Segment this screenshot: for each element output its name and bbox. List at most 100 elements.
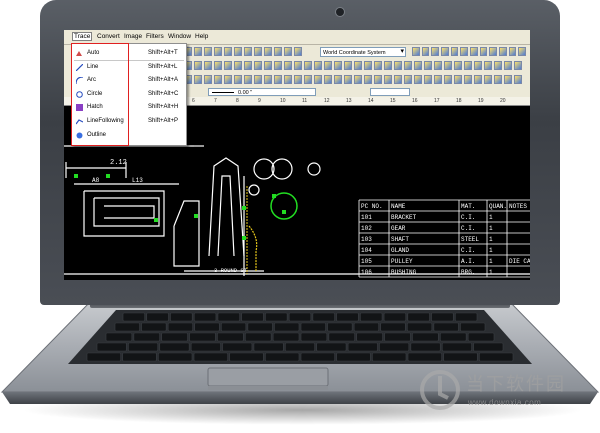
toolbar-button-icon[interactable] — [444, 61, 452, 70]
toolbar-button-icon[interactable] — [284, 61, 292, 70]
toolbar-button-icon[interactable] — [454, 61, 462, 70]
toolbar-button-icon[interactable] — [504, 61, 512, 70]
toolbar-button-icon[interactable] — [460, 47, 469, 56]
toolbar-button-icon[interactable] — [194, 75, 202, 84]
toolbar-button-icon[interactable] — [204, 61, 212, 70]
line-color-select[interactable] — [370, 88, 410, 96]
toolbar-button-icon[interactable] — [431, 47, 440, 56]
menu-filters[interactable]: Filters — [146, 33, 164, 40]
toolbar-button-icon[interactable] — [474, 61, 482, 70]
toolbar-button-icon[interactable] — [374, 61, 382, 70]
toolbar-button-icon[interactable] — [464, 75, 472, 84]
line-width-select[interactable]: 0.00 " — [208, 88, 316, 96]
menu-trace[interactable]: Trace — [72, 32, 93, 41]
toolbar-button-icon[interactable] — [234, 47, 242, 56]
toolbar-button-icon[interactable] — [224, 47, 232, 56]
toolbar-button-icon[interactable] — [494, 61, 502, 70]
toolbar-button-icon[interactable] — [354, 75, 362, 84]
toolbar-button-icon[interactable] — [274, 75, 282, 84]
toolbar-button-icon[interactable] — [344, 75, 352, 84]
toolbar-button-icon[interactable] — [484, 61, 492, 70]
toolbar-button-icon[interactable] — [470, 47, 478, 56]
toolbar-button-icon[interactable] — [364, 75, 372, 84]
toolbar-button-icon[interactable] — [404, 61, 412, 70]
toolbar-button-icon[interactable] — [354, 61, 362, 70]
toolbar-button-icon[interactable] — [294, 61, 302, 70]
toolbar-button-icon[interactable] — [424, 75, 432, 84]
toolbar-button-icon[interactable] — [454, 75, 462, 84]
toolbar-button-icon[interactable] — [450, 47, 459, 56]
toolbar-button-icon[interactable] — [324, 75, 332, 84]
toolbar-button-icon[interactable] — [414, 75, 422, 84]
toolbar-button-icon[interactable] — [274, 61, 282, 70]
toolbar-button-icon[interactable] — [518, 47, 527, 56]
toolbar-button-icon[interactable] — [224, 75, 232, 84]
toolbar-button-icon[interactable] — [304, 61, 312, 70]
toolbar-button-icon[interactable] — [364, 61, 372, 70]
toolbar-button-icon[interactable] — [394, 61, 402, 70]
toolbar-button-icon[interactable] — [254, 75, 262, 84]
toolbar-button-icon[interactable] — [489, 47, 498, 56]
toolbar-button-icon[interactable] — [264, 47, 272, 56]
toolbar-button-icon[interactable] — [412, 47, 420, 56]
menu-convert[interactable]: Convert — [97, 33, 120, 40]
toolbar-button-icon[interactable] — [424, 61, 432, 70]
toolbar-button-icon[interactable] — [334, 61, 342, 70]
toolbar-button-icon[interactable] — [344, 61, 352, 70]
coordinate-system-select[interactable]: World Coordinate System — [320, 47, 406, 57]
toolbar-button-icon[interactable] — [204, 47, 212, 56]
toolbar-button-icon[interactable] — [204, 75, 212, 84]
toolbar-button-icon[interactable] — [234, 75, 242, 84]
toolbar-button-icon[interactable] — [421, 47, 430, 56]
toolbar-button-icon[interactable] — [244, 47, 252, 56]
toolbar-button-icon[interactable] — [514, 61, 522, 70]
toolbar-button-icon[interactable] — [514, 75, 522, 84]
table-cell: 1 — [489, 236, 493, 243]
menu-image[interactable]: Image — [124, 33, 142, 40]
toolbar-button-icon[interactable] — [284, 47, 292, 56]
toolbar-button-icon[interactable] — [234, 61, 242, 70]
toolbar-button-icon[interactable] — [444, 75, 452, 84]
toolbar-button-icon[interactable] — [464, 61, 472, 70]
menu-help[interactable]: Help — [195, 33, 208, 40]
toolbar-button-icon[interactable] — [434, 61, 442, 70]
toolbar-button-icon[interactable] — [504, 75, 512, 84]
toolbar-button-icon[interactable] — [194, 47, 202, 56]
toolbar-button-icon[interactable] — [194, 61, 202, 70]
toolbar-button-icon[interactable] — [264, 75, 272, 84]
toolbar-button-icon[interactable] — [479, 47, 488, 56]
toolbar-button-icon[interactable] — [214, 75, 222, 84]
toolbar-button-icon[interactable] — [434, 75, 442, 84]
toolbar-button-icon[interactable] — [224, 61, 232, 70]
toolbar-button-icon[interactable] — [294, 47, 302, 56]
toolbar-button-icon[interactable] — [304, 75, 312, 84]
toolbar-button-icon[interactable] — [244, 61, 252, 70]
toolbar-button-icon[interactable] — [214, 61, 222, 70]
toolbar-button-icon[interactable] — [414, 61, 422, 70]
toolbar-button-icon[interactable] — [264, 61, 272, 70]
toolbar-button-icon[interactable] — [374, 75, 382, 84]
toolbar-button-icon[interactable] — [294, 75, 302, 84]
ruler-tick-label: 19 — [478, 98, 484, 104]
toolbar-button-icon[interactable] — [244, 75, 252, 84]
toolbar-button-icon[interactable] — [494, 75, 502, 84]
toolbar-button-icon[interactable] — [441, 47, 449, 56]
toolbar-button-icon[interactable] — [394, 75, 402, 84]
toolbar-button-icon[interactable] — [384, 61, 392, 70]
toolbar-button-icon[interactable] — [508, 47, 517, 56]
toolbar-button-icon[interactable] — [314, 75, 322, 84]
toolbar-button-icon[interactable] — [254, 47, 262, 56]
toolbar-button-icon[interactable] — [404, 75, 412, 84]
toolbar-button-icon[interactable] — [384, 75, 392, 84]
toolbar-button-icon[interactable] — [314, 61, 322, 70]
toolbar-button-icon[interactable] — [274, 47, 282, 56]
menu-window[interactable]: Window — [168, 33, 191, 40]
toolbar-button-icon[interactable] — [214, 47, 222, 56]
toolbar-button-icon[interactable] — [334, 75, 342, 84]
toolbar-button-icon[interactable] — [484, 75, 492, 84]
toolbar-button-icon[interactable] — [284, 75, 292, 84]
toolbar-button-icon[interactable] — [474, 75, 482, 84]
toolbar-button-icon[interactable] — [324, 61, 332, 70]
toolbar-button-icon[interactable] — [254, 61, 262, 70]
toolbar-button-icon[interactable] — [499, 47, 507, 56]
